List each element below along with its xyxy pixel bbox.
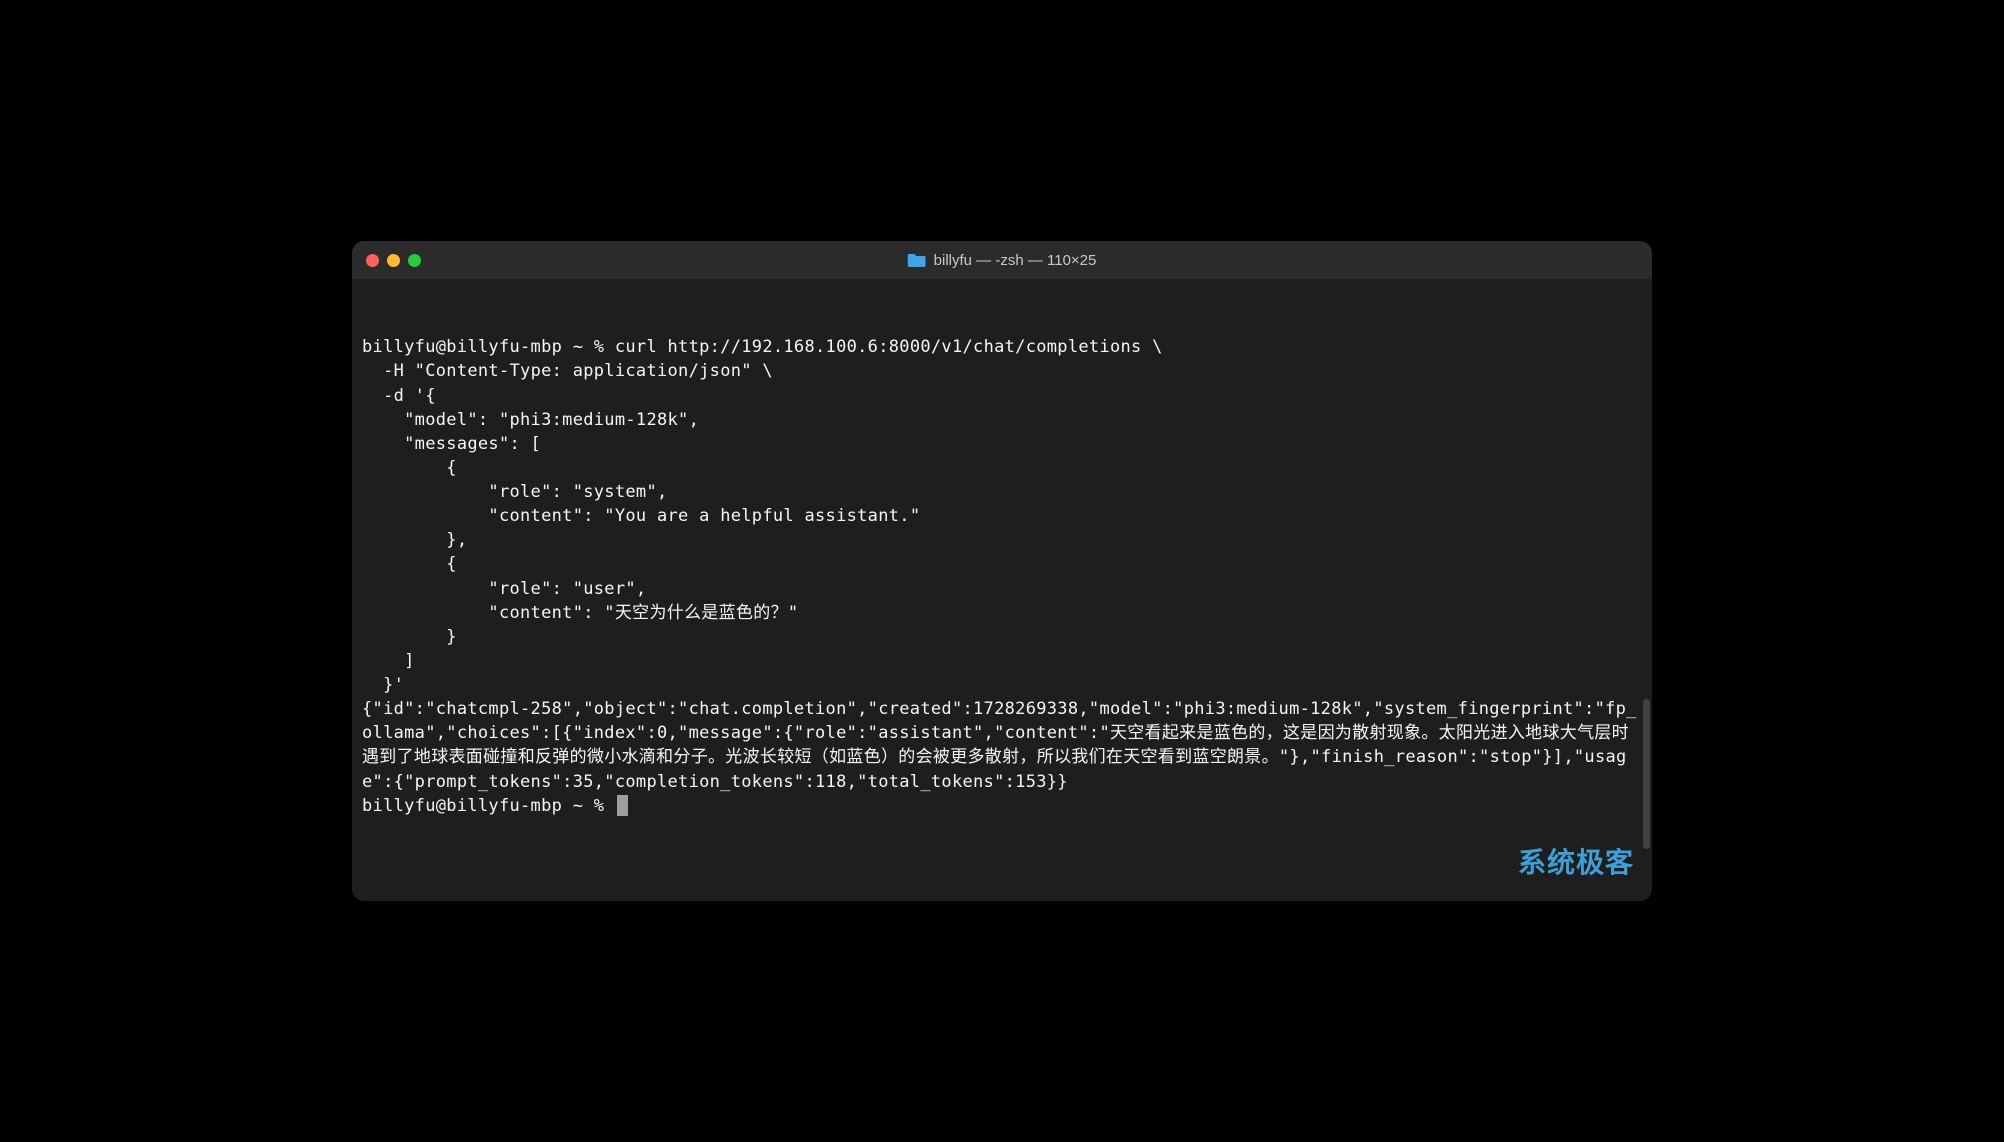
- response-text: {"id":"chatcmpl-258","object":"chat.comp…: [362, 699, 1637, 791]
- traffic-lights: [366, 254, 421, 267]
- watermark: 系统极客: [1482, 843, 1634, 883]
- window-title: billyfu — -zsh — 110×25: [908, 252, 1097, 269]
- terminal-content: billyfu@billyfu-mbp ~ % curl http://192.…: [362, 335, 1642, 818]
- scrollbar[interactable]: [1643, 699, 1650, 849]
- terminal-window: billyfu — -zsh — 110×25 billyfu@billyfu-…: [352, 241, 1652, 901]
- maximize-button[interactable]: [408, 254, 421, 267]
- watermark-icon: [1482, 848, 1512, 878]
- window-title-text: billyfu — -zsh — 110×25: [934, 252, 1097, 269]
- titlebar: billyfu — -zsh — 110×25: [352, 241, 1652, 279]
- shell-prompt-2: billyfu@billyfu-mbp ~ %: [362, 796, 615, 816]
- terminal-body[interactable]: billyfu@billyfu-mbp ~ % curl http://192.…: [352, 279, 1652, 901]
- cursor: [617, 795, 628, 816]
- minimize-button[interactable]: [387, 254, 400, 267]
- folder-icon: [908, 253, 926, 267]
- close-button[interactable]: [366, 254, 379, 267]
- command-text: curl http://192.168.100.6:8000/v1/chat/c…: [362, 337, 1163, 695]
- watermark-text: 系统极客: [1518, 843, 1634, 883]
- shell-prompt: billyfu@billyfu-mbp ~ %: [362, 337, 615, 357]
